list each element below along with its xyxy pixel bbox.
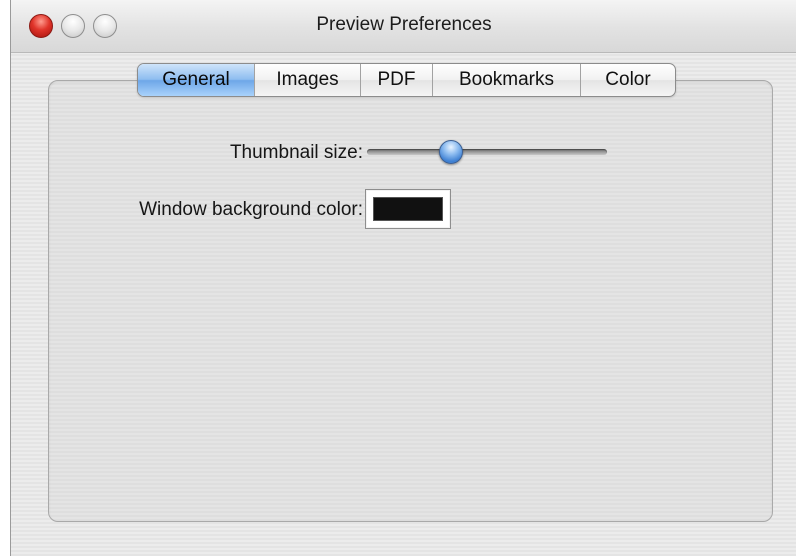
thumbnail-size-slider-knob[interactable] [439,140,463,164]
tab-color[interactable]: Color [581,64,675,96]
window-title: Preview Preferences [316,14,492,35]
tab-pdf[interactable]: PDF [361,64,433,96]
thumbnail-size-label: Thumbnail size: [229,142,363,163]
background-color-well[interactable] [365,189,451,229]
thumbnail-size-slider[interactable] [367,140,607,164]
background-color-label: Window background color: [139,199,363,220]
tab-images[interactable]: Images [255,64,361,96]
background-color-swatch [373,197,443,221]
tab-bookmarks[interactable]: Bookmarks [433,64,581,96]
tab-general[interactable]: General [138,64,255,96]
preferences-tab-bar: General Images PDF Bookmarks Color [137,63,676,97]
title-bar[interactable]: Preview Preferences [11,0,796,53]
preferences-window: Preview Preferences General Images PDF B… [10,0,796,556]
